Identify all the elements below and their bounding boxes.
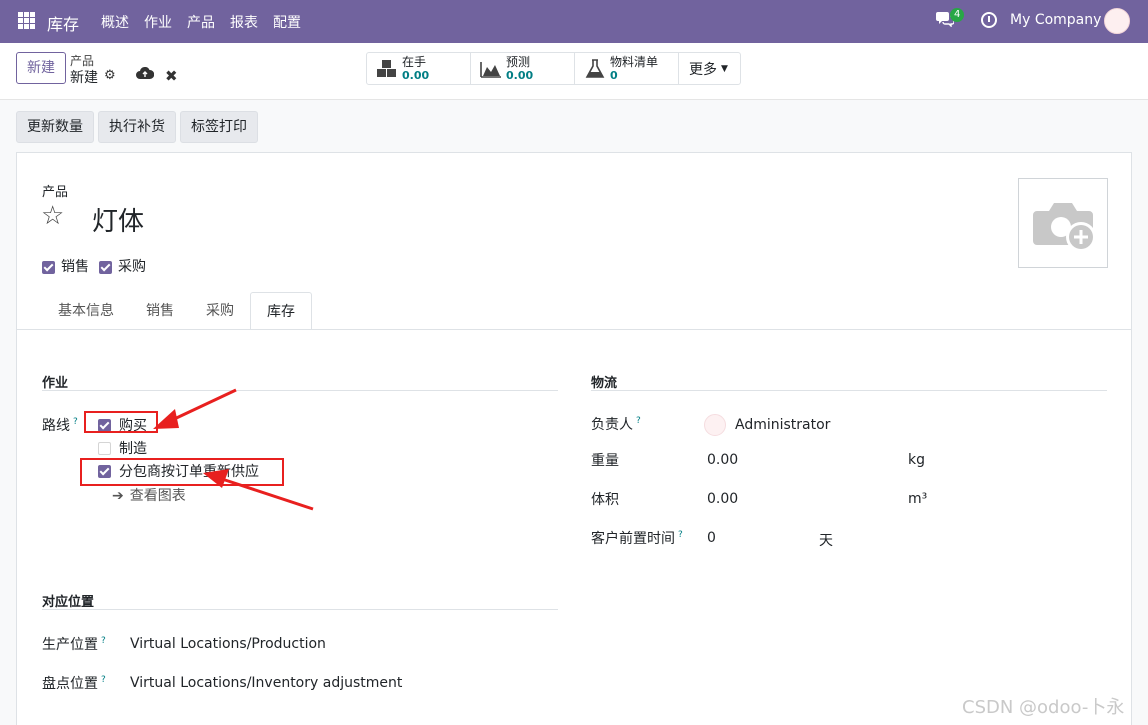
form-sheet: 产品 ☆ 灯体 销售 采购 基本信息 销售 采购 库存 作业 路线? 购买 制造… [16, 152, 1132, 725]
smart-button-on-hand[interactable]: 在手 0.00 [367, 53, 471, 84]
customer-lead-time-input[interactable]: 0 [707, 530, 716, 546]
top-navbar: 库存 概述 作业 产品 报表 配置 4 My Company [0, 0, 1148, 43]
responsible-label: 负责人? [591, 416, 641, 433]
discard-icon[interactable]: ✖ [165, 67, 178, 85]
on-hand-label: 在手 [402, 54, 427, 69]
print-labels-button[interactable]: 标签打印 [180, 111, 258, 143]
menu-products[interactable]: 产品 [187, 12, 215, 32]
weight-label: 重量 [591, 453, 619, 469]
logistics-divider [591, 390, 1107, 391]
responsible-avatar [704, 414, 726, 436]
more-dropdown[interactable]: 更多 ▼ [679, 53, 728, 84]
weight-input[interactable]: 0.00 [707, 452, 738, 468]
inventory-location-label: 盘点位置? [42, 675, 106, 692]
save-cloud-icon[interactable] [136, 67, 154, 81]
responsible-field[interactable]: Administrator [735, 417, 830, 433]
smart-buttons: 在手 0.00 预测 0.00 物料清单 0 更多 ▼ [366, 52, 741, 85]
action-buttons: 更新数量 执行补货 标签打印 [16, 111, 258, 143]
chat-count-badge: 4 [950, 8, 965, 22]
breadcrumb-current: 新建 [70, 70, 98, 86]
menu-overview[interactable]: 概述 [101, 12, 129, 32]
main-menu: 概述 作业 产品 报表 配置 [101, 12, 301, 32]
inventory-location-field[interactable]: Virtual Locations/Inventory adjustment [130, 675, 402, 691]
locations-section-title: 对应位置 [42, 595, 95, 610]
cubes-icon [377, 59, 396, 77]
replenish-button[interactable]: 执行补货 [98, 111, 176, 143]
update-quantity-button[interactable]: 更新数量 [16, 111, 94, 143]
company-switcher[interactable]: My Company [1010, 12, 1101, 28]
new-button[interactable]: 新建 [16, 52, 66, 84]
production-location-field[interactable]: Virtual Locations/Production [130, 636, 326, 652]
app-menu-icon[interactable] [18, 12, 35, 29]
volume-label: 体积 [591, 492, 619, 508]
menu-reporting[interactable]: 报表 [230, 12, 258, 32]
flask-icon [585, 58, 605, 78]
bom-label: 物料清单 [610, 54, 659, 69]
gear-icon[interactable]: ⚙ [104, 68, 116, 83]
volume-input[interactable]: 0.00 [707, 491, 738, 507]
weight-unit: kg [908, 452, 925, 468]
control-panel: 新建 产品 新建 ⚙ ✖ 在手 0.00 预测 0.00 物料清单 0 更多 ▼ [0, 43, 1148, 100]
user-avatar[interactable] [1104, 8, 1130, 34]
on-hand-value: 0.00 [402, 68, 430, 82]
volume-unit: m³ [908, 491, 928, 507]
production-location-label: 生产位置? [42, 636, 106, 653]
caret-down-icon: ▼ [721, 63, 728, 74]
forecast-label: 预测 [506, 54, 531, 69]
forecast-value: 0.00 [506, 68, 534, 82]
smart-button-forecast[interactable]: 预测 0.00 [471, 53, 575, 84]
smart-button-bom[interactable]: 物料清单 0 [575, 53, 679, 84]
bom-value: 0 [610, 68, 618, 82]
locations-divider [42, 609, 558, 610]
customer-lead-time-unit: 天 [819, 533, 833, 549]
product-image-upload[interactable] [1018, 178, 1108, 268]
watermark: CSDN @odoo-卜永 [962, 697, 1125, 718]
annotation-arrows [153, 388, 314, 511]
logistics-section-title: 物流 [591, 376, 618, 391]
area-chart-icon [480, 61, 501, 78]
app-title[interactable]: 库存 [47, 11, 79, 35]
menu-configuration[interactable]: 配置 [273, 12, 301, 32]
camera-plus-icon [1033, 203, 1096, 252]
customer-lead-time-label: 客户前置时间? [591, 530, 683, 547]
more-label: 更多 [689, 61, 717, 78]
menu-operations[interactable]: 作业 [144, 12, 172, 32]
activity-clock-icon[interactable] [981, 12, 997, 28]
